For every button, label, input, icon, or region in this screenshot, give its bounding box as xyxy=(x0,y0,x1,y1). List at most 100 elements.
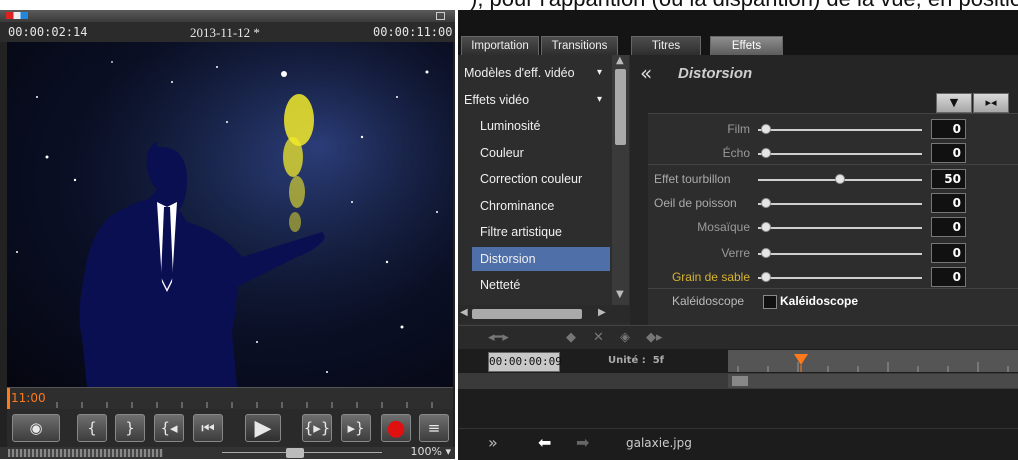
monitor-mode-icon[interactable] xyxy=(6,12,28,19)
prev-keyframe-icon[interactable]: ◈ xyxy=(620,330,630,345)
category-item-3[interactable]: Couleur xyxy=(458,141,610,165)
tab-importation[interactable]: Importation xyxy=(461,36,539,55)
scroll-down-icon[interactable]: ▼ xyxy=(616,289,624,300)
parameter-row: Mosaïque 0 xyxy=(648,216,1018,240)
tab-transitions[interactable]: Transitions xyxy=(541,36,618,55)
current-time: 00:00:02:14 xyxy=(8,25,88,39)
preview-titlebar xyxy=(0,10,455,22)
go-to-out-button[interactable]: ▸} xyxy=(341,414,371,442)
menu-button[interactable]: ≡ xyxy=(419,414,449,442)
parameter-slider-track[interactable] xyxy=(758,203,922,205)
clip-button[interactable]: ◉ xyxy=(12,414,60,442)
category-label: Chrominance xyxy=(480,198,555,213)
preview-monitor: 00:00:02:14 2013-11-12 * 00:00:11:00 11:… xyxy=(0,10,455,459)
category-item-6[interactable]: Filtre artistique xyxy=(458,220,610,244)
parameter-row: Film 0 xyxy=(648,118,1018,142)
media-pool-panel: Importation Transitions Titres Effets Mo… xyxy=(458,10,1018,460)
category-label: Correction couleur xyxy=(480,172,583,186)
category-item-8[interactable]: Netteté xyxy=(458,273,610,297)
category-label: Distorsion xyxy=(480,251,536,266)
zoom-level[interactable]: 100% ▾ xyxy=(411,445,451,458)
video-frame[interactable] xyxy=(7,42,453,387)
category-label: Filtre artistique xyxy=(480,225,562,239)
category-horizontal-scrollbar[interactable]: ◀ ▶ xyxy=(458,305,630,323)
preview-bottom-bar: 100% ▾ xyxy=(0,445,455,459)
go-to-in-button[interactable]: {◂ xyxy=(154,414,184,442)
preview-timebar: 00:00:02:14 2013-11-12 * 00:00:11:00 xyxy=(0,22,455,42)
kaleidoscope-checkbox-label[interactable]: Kaléidoscope xyxy=(780,294,858,308)
kaleidoscope-checkbox[interactable] xyxy=(763,295,777,309)
move-left-icon[interactable]: ◂━▸ xyxy=(488,330,509,345)
scroll-up-icon[interactable]: ▲ xyxy=(616,55,624,66)
parameter-slider-knob[interactable] xyxy=(761,248,771,258)
parameter-slider-knob[interactable] xyxy=(761,198,771,208)
preset-dropdown-button[interactable]: ▼ xyxy=(936,93,972,113)
effect-settings-panel: « Distorsion ▼ ▸◂ Film 0 Écho 0 Effet tourbi… xyxy=(630,55,1018,326)
parameter-slider-track[interactable] xyxy=(758,277,922,279)
category-item-7[interactable]: Distorsion xyxy=(472,246,610,271)
effect-header: « Distorsion xyxy=(630,55,1018,93)
collapse-down-icon[interactable]: » xyxy=(488,433,498,452)
play-range-button[interactable]: {▸} xyxy=(302,414,332,442)
total-time: 00:00:11:00 xyxy=(373,25,453,39)
zoom-slider-knob[interactable] xyxy=(286,448,304,458)
parameter-label: Film xyxy=(727,122,750,136)
category-item-5[interactable]: Chrominance xyxy=(458,194,610,218)
back-arrow-icon[interactable]: « xyxy=(640,61,652,85)
tab-effets[interactable]: Effets xyxy=(710,36,783,55)
parameter-row: Verre 0 xyxy=(648,242,1018,266)
category-item-2[interactable]: Luminosité xyxy=(458,114,610,138)
delete-keyframe-icon[interactable]: ✕ xyxy=(593,330,604,345)
hscroll-thumb[interactable] xyxy=(472,309,582,319)
parameter-slider-knob[interactable] xyxy=(761,272,771,282)
category-vertical-scrollbar[interactable]: ▲ ▼ xyxy=(612,55,629,305)
parameter-slider-track[interactable] xyxy=(758,153,922,155)
keyframe-icon[interactable]: ◆ xyxy=(566,330,576,345)
parameter-slider-knob[interactable] xyxy=(835,174,845,184)
parameter-slider-track[interactable] xyxy=(758,129,922,131)
parameter-slider-knob[interactable] xyxy=(761,124,771,134)
keyframe-scroll[interactable] xyxy=(728,374,1018,388)
parameter-slider-knob[interactable] xyxy=(761,148,771,158)
scroll-thumb[interactable] xyxy=(615,69,626,145)
parameter-value-field[interactable]: 0 xyxy=(931,243,966,263)
next-keyframe-icon[interactable]: ◆▸ xyxy=(646,330,663,345)
level-meter xyxy=(8,449,163,457)
back-arrow-nav-icon[interactable]: ⬅ xyxy=(538,433,551,452)
parameter-slider-track[interactable] xyxy=(758,253,922,255)
parameter-value-field[interactable]: 0 xyxy=(931,119,966,139)
maximize-icon[interactable] xyxy=(436,12,445,20)
mark-out-button[interactable]: } xyxy=(115,414,145,442)
scroll-right-icon[interactable]: ▶ xyxy=(598,307,606,318)
parameter-value-field[interactable]: 0 xyxy=(931,217,966,237)
tab-titres[interactable]: Titres xyxy=(631,36,701,55)
parameter-label: Oeil de poisson xyxy=(654,196,737,210)
keyframe-scroll-handle[interactable] xyxy=(732,376,748,386)
parameter-value-field[interactable]: 0 xyxy=(931,267,966,287)
category-group-1[interactable]: Effets vidéo ▾ xyxy=(458,88,610,112)
parameter-slider-track[interactable] xyxy=(758,227,922,229)
preview-timeline-ruler[interactable]: 11:00 xyxy=(7,387,453,410)
record-button[interactable]: ● xyxy=(381,414,411,442)
expand-chevron-icon[interactable]: ▾ xyxy=(597,88,602,112)
transport-bar: ◉ {} {◂ ⏮ ▶ {▸} ▸} ● ≡ xyxy=(7,409,453,447)
scroll-left-icon[interactable]: ◀ xyxy=(460,307,468,318)
play-button[interactable]: ▶ xyxy=(245,414,281,442)
previous-button[interactable]: ⏮ xyxy=(193,414,223,442)
timecode-field[interactable]: 00:00:00:09 xyxy=(488,352,562,372)
reset-button[interactable]: ▸◂ xyxy=(973,93,1009,113)
category-group-0[interactable]: Modèles d'eff. vidéo ▾ xyxy=(458,61,610,85)
forward-arrow-nav-icon[interactable]: ➡ xyxy=(576,433,589,452)
mark-in-button[interactable]: { xyxy=(77,414,107,442)
category-item-4[interactable]: Correction couleur xyxy=(458,167,610,191)
parameter-slider-knob[interactable] xyxy=(761,222,771,232)
effect-title: Distorsion xyxy=(678,65,753,82)
keyframe-ruler[interactable] xyxy=(728,350,1018,372)
expand-chevron-icon[interactable]: ▾ xyxy=(597,61,602,85)
ruler-ticks xyxy=(7,388,433,410)
parameter-label: Verre xyxy=(721,246,750,260)
parameter-value-field[interactable]: 50 xyxy=(931,169,966,189)
parameter-value-field[interactable]: 0 xyxy=(931,143,966,163)
parameter-label: Mosaïque xyxy=(697,220,750,234)
parameter-value-field[interactable]: 0 xyxy=(931,193,966,213)
